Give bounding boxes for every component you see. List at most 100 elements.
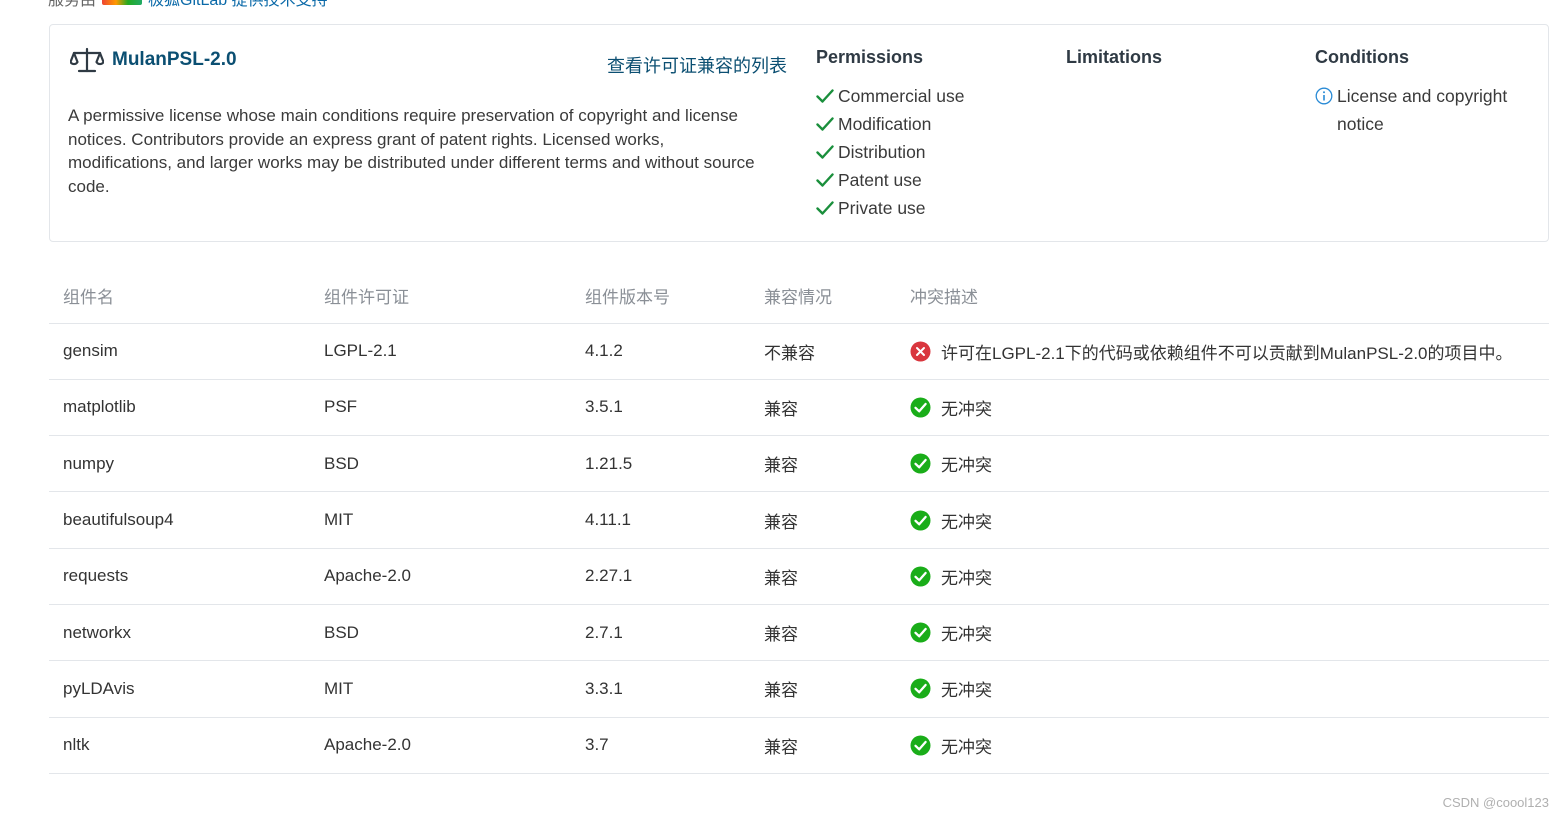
check-icon [816,82,838,110]
component-compat: 兼容 [750,379,896,437]
license-header: MulanPSL-2.0 [70,47,237,73]
permission-item: Modification [816,110,964,138]
license-card: MulanPSL-2.0 查看许可证兼容的列表 A permissive lic… [49,24,1549,242]
check-icon [816,194,838,222]
check-icon [816,110,838,138]
top-partial-banner: 服务由 极狐GitLab 提供技术支持 [48,0,328,9]
component-name[interactable]: numpy [49,435,310,493]
conflict-desc-cell: 无冲突 [896,435,1549,493]
component-version: 4.11.1 [571,491,750,549]
conditions-list: License and copyright notice [1315,82,1517,138]
check-icon [816,166,838,194]
table-header-row: 组件名 组件许可证 组件版本号 兼容情况 冲突描述 [49,269,1549,324]
component-license: Apache-2.0 [310,717,571,774]
component-version: 3.3.1 [571,660,750,718]
limitations-column: Limitations [1066,47,1162,82]
component-version: 1.21.5 [571,435,750,493]
table-row: pyLDAvis MIT 3.3.1 兼容 无冲突 [49,660,1549,718]
header-compat: 兼容情况 [750,269,896,324]
header-component-name: 组件名 [49,269,310,324]
close-circle-icon [910,341,931,362]
permission-label: Commercial use [838,86,965,106]
permission-item: Private use [816,194,964,222]
check-icon [816,138,838,166]
conflict-desc-cell: 无冲突 [896,660,1549,718]
component-version: 4.1.2 [571,323,750,380]
check-circle-icon [910,510,931,531]
limitations-title: Limitations [1066,47,1163,67]
component-license: BSD [310,435,571,493]
header-component-license: 组件许可证 [310,269,571,324]
condition-label: License and copyright notice [1337,86,1508,134]
table-row: networkx BSD 2.7.1 兼容 无冲突 [49,604,1549,662]
component-compat: 兼容 [750,548,896,605]
check-circle-icon [910,566,931,587]
license-description: A permissive license whose main conditio… [68,106,755,196]
component-compat: 不兼容 [750,323,896,380]
permissions-column: Permissions Commercial use Modification Di… [816,47,964,222]
permission-label: Modification [838,114,932,134]
conditions-column: Conditions License and copyright notice [1315,47,1517,138]
component-name[interactable]: networkx [49,604,310,662]
table-body: gensim LGPL-2.1 4.1.2 不兼容 许可在LGPL-2.1下的代码或依赖… [49,323,1549,774]
component-version: 3.5.1 [571,379,750,437]
component-table: 组件名 组件许可证 组件版本号 兼容情况 冲突描述 gensim LGPL-2.1… [49,269,1549,774]
check-circle-icon [910,397,931,418]
permission-item: Commercial use [816,82,964,110]
table-row: nltk Apache-2.0 3.7 兼容 无冲突 [49,717,1549,774]
conflict-desc: 无冲突 [941,456,992,476]
component-name[interactable]: requests [49,548,310,605]
component-name[interactable]: gensim [49,323,310,380]
permission-item: Distribution [816,138,964,166]
component-version: 2.27.1 [571,548,750,605]
header-component-version: 组件版本号 [571,269,750,324]
banner-link[interactable]: 极狐GitLab 提供技术支持 [148,0,328,10]
component-version: 2.7.1 [571,604,750,662]
conflict-desc: 无冲突 [941,681,992,701]
check-circle-icon [910,735,931,756]
component-license: MIT [310,660,571,718]
component-license: MIT [310,491,571,549]
table-row: beautifulsoup4 MIT 4.11.1 兼容 无冲突 [49,491,1549,549]
table-row: requests Apache-2.0 2.27.1 兼容 无冲突 [49,548,1549,605]
component-name[interactable]: nltk [49,717,310,774]
component-name[interactable]: beautifulsoup4 [49,491,310,549]
conflict-desc-cell: 无冲突 [896,548,1549,605]
conflict-desc-cell: 无冲突 [896,379,1549,437]
component-compat: 兼容 [750,660,896,718]
header-conflict-desc: 冲突描述 [896,269,1549,324]
compat-list-link[interactable]: 查看许可证兼容的列表 [607,52,787,78]
banner-text: 服务由 [48,0,97,9]
conflict-desc-cell: 许可在LGPL-2.1下的代码或依赖组件不可以贡献到MulanPSL-2.0的项… [896,323,1549,380]
conflict-desc: 许可在LGPL-2.1下的代码或依赖组件不可以贡献到MulanPSL-2.0的项… [941,343,1513,363]
component-license: LGPL-2.1 [310,323,571,380]
license-name[interactable]: MulanPSL-2.0 [112,49,237,71]
permissions-title: Permissions [816,47,924,67]
scale-icon [70,47,104,73]
component-version: 3.7 [571,717,750,774]
component-name[interactable]: pyLDAvis [49,660,310,718]
table-row: matplotlib PSF 3.5.1 兼容 无冲突 [49,379,1549,437]
conflict-desc: 无冲突 [941,568,992,588]
component-compat: 兼容 [750,604,896,662]
table-row: gensim LGPL-2.1 4.1.2 不兼容 许可在LGPL-2.1下的代码或依赖… [49,323,1549,380]
conflict-desc: 无冲突 [941,399,992,419]
conflict-desc-cell: 无冲突 [896,491,1549,549]
table-row: numpy BSD 1.21.5 兼容 无冲突 [49,435,1549,493]
check-circle-icon [910,678,931,699]
component-license: BSD [310,604,571,662]
permission-label: Patent use [838,170,922,190]
component-compat: 兼容 [750,491,896,549]
component-compat: 兼容 [750,717,896,774]
check-circle-icon [910,622,931,643]
conflict-desc: 无冲突 [941,512,992,532]
permission-item: Patent use [816,166,964,194]
conflict-desc: 无冲突 [941,737,992,757]
permission-label: Private use [838,198,926,218]
component-name[interactable]: matplotlib [49,379,310,437]
conditions-title: Conditions [1315,47,1409,67]
condition-item: License and copyright notice [1315,82,1517,138]
conflict-desc: 无冲突 [941,625,992,645]
permission-label: Distribution [838,142,926,162]
component-compat: 兼容 [750,435,896,493]
